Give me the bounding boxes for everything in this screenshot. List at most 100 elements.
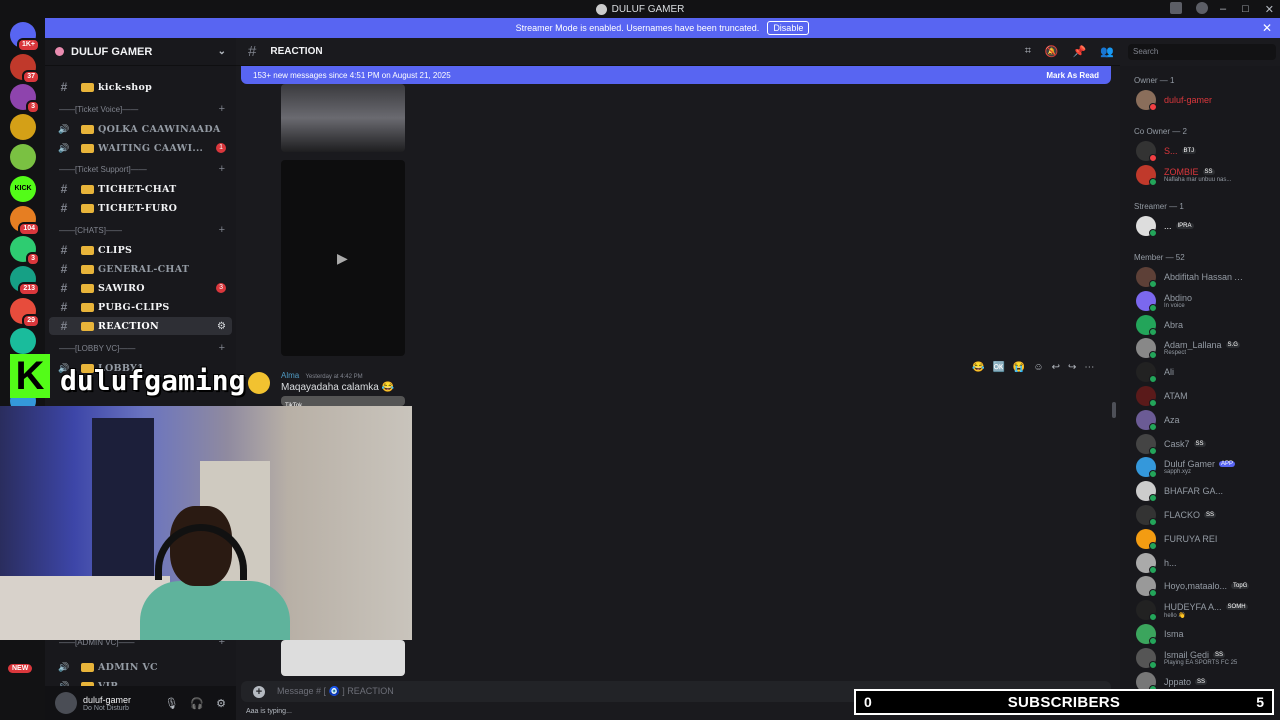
member-item[interactable]: FLACKO SS bbox=[1136, 504, 1276, 526]
member-name: S... bbox=[1164, 146, 1178, 156]
reaction-emoji-icon[interactable]: 🆗 bbox=[992, 362, 1004, 373]
disable-streamer-button[interactable]: Disable bbox=[767, 21, 810, 35]
channel-name: ADMIN VC bbox=[98, 661, 158, 673]
server-icon[interactable]: 213 bbox=[10, 266, 40, 296]
avatar bbox=[1136, 409, 1157, 431]
member-item[interactable]: Hoyo,mataalo... TopG bbox=[1136, 575, 1276, 598]
settings-gear-icon[interactable]: ⚙ bbox=[216, 697, 226, 710]
member-item[interactable]: Aza bbox=[1136, 409, 1276, 431]
image-attachment[interactable] bbox=[281, 640, 405, 676]
channel-item[interactable]: 🔊 WAITING CAAWI... 1 bbox=[49, 139, 232, 157]
threads-icon[interactable]: ⌗ bbox=[1025, 45, 1031, 58]
channel-item[interactable]: # GENERAL-CHAT bbox=[49, 260, 232, 278]
member-name: HUDEYFA A... bbox=[1164, 601, 1222, 612]
mark-as-read-button[interactable]: Mark As Read bbox=[1046, 71, 1099, 80]
server-icon[interactable]: 3 bbox=[10, 84, 40, 114]
notifications-icon[interactable]: 🔕 bbox=[1045, 45, 1059, 58]
reaction-emoji-icon[interactable]: 😭 bbox=[1013, 362, 1025, 373]
avatar[interactable] bbox=[55, 692, 77, 714]
scrollbar[interactable] bbox=[1112, 402, 1116, 418]
search-input[interactable]: Search bbox=[1128, 44, 1276, 60]
member-item[interactable]: Duluf Gamer APP sapph.xyz bbox=[1136, 456, 1276, 479]
server-header[interactable]: DULUF GAMER ⌄ bbox=[45, 38, 236, 66]
member-item[interactable]: Ismail Gedi SS Playing EA SPORTS FC 25 bbox=[1136, 647, 1276, 669]
channel-category[interactable]: ——[CHATS]—— + bbox=[51, 223, 231, 237]
channel-item[interactable]: # PUBG-CLIPS bbox=[49, 298, 232, 316]
server-icon[interactable]: 3 bbox=[10, 236, 40, 266]
channel-title: REACTION bbox=[270, 46, 323, 57]
channel-category[interactable]: ——[Ticket Support]—— + bbox=[51, 162, 231, 176]
more-icon[interactable]: ⋯ bbox=[1084, 362, 1094, 373]
video-attachment[interactable]: ▶ bbox=[281, 160, 405, 356]
member-tag: S.G bbox=[1225, 342, 1240, 349]
server-icon[interactable]: KICK bbox=[10, 176, 36, 202]
members-icon[interactable]: 👥 bbox=[1100, 45, 1114, 58]
reaction-emoji-icon[interactable]: 😂 bbox=[972, 362, 984, 373]
member-item[interactable]: FURUYA REI bbox=[1136, 528, 1276, 550]
channel-item[interactable]: # TICHET-CHAT bbox=[49, 180, 232, 198]
add-channel-icon[interactable]: + bbox=[219, 103, 225, 115]
member-name: Adam_Lallana bbox=[1164, 340, 1222, 351]
server-icon[interactable]: 29 bbox=[10, 298, 40, 328]
headphones-icon[interactable]: 🎧 bbox=[190, 697, 204, 710]
add-attachment-icon[interactable]: + bbox=[253, 685, 265, 698]
member-item[interactable]: ZOMBIE SS Naflaha mar unbuu nas... bbox=[1136, 164, 1276, 186]
add-reaction-icon[interactable]: ☺ bbox=[1033, 362, 1043, 373]
help-icon[interactable] bbox=[1196, 2, 1208, 14]
member-item[interactable]: ... IPRA bbox=[1136, 215, 1276, 237]
server-icon[interactable] bbox=[10, 114, 36, 140]
reply-icon[interactable]: ↩ bbox=[1052, 362, 1060, 373]
member-item[interactable]: Isma bbox=[1136, 623, 1276, 645]
add-channel-icon[interactable]: + bbox=[219, 224, 225, 236]
server-icon[interactable] bbox=[10, 144, 36, 170]
channel-item[interactable]: # CLIPS bbox=[49, 241, 232, 259]
member-item[interactable]: h... bbox=[1136, 552, 1276, 574]
channel-name: TICHET-FURO bbox=[98, 202, 178, 214]
server-icon[interactable] bbox=[10, 328, 36, 354]
channel-item[interactable]: # kick-shop bbox=[49, 78, 232, 96]
avatar bbox=[1136, 481, 1157, 503]
channel-item[interactable]: # TICHET-FURO bbox=[49, 199, 232, 217]
server-icon[interactable]: 37 bbox=[10, 54, 40, 84]
member-item[interactable]: Ali bbox=[1136, 361, 1276, 384]
channel-item[interactable]: 🔊 QOLKA CAAWINAADA bbox=[49, 120, 232, 138]
server-label: KICK bbox=[14, 185, 32, 192]
member-item[interactable]: Cask7 SS bbox=[1136, 433, 1276, 455]
member-item[interactable]: HUDEYFA A... SOMH hello 👋 bbox=[1136, 599, 1276, 622]
member-item[interactable]: Adam_Lallana S.G Respect bbox=[1136, 337, 1276, 360]
image-attachment[interactable] bbox=[281, 84, 405, 152]
member-item[interactable]: Abdifitah Hassan Ah... bbox=[1136, 266, 1276, 288]
new-messages-bar[interactable]: 153+ new messages since 4:51 PM on Augus… bbox=[241, 66, 1111, 84]
forward-icon[interactable]: ↪ bbox=[1068, 362, 1076, 373]
channel-item[interactable]: # SAWIRO 3 bbox=[49, 279, 232, 297]
channel-category[interactable]: ——[Ticket Voice]—— + bbox=[51, 102, 231, 116]
mention-badge: 37 bbox=[22, 70, 40, 84]
server-icon[interactable]: 1K+ bbox=[10, 22, 40, 52]
add-channel-icon[interactable]: + bbox=[219, 342, 225, 354]
microphone-icon[interactable]: 🎙 bbox=[164, 697, 178, 710]
channel-item[interactable]: # REACTION ⚙ bbox=[49, 317, 232, 335]
minimize-icon[interactable]: – bbox=[1220, 3, 1226, 15]
channel-emoji-icon bbox=[81, 245, 94, 255]
member-item[interactable]: BHAFAR GA... bbox=[1136, 480, 1276, 503]
member-item[interactable]: Abra bbox=[1136, 314, 1276, 336]
add-channel-icon[interactable]: + bbox=[219, 163, 225, 175]
channel-item[interactable]: 🔊 ADMIN VC bbox=[49, 658, 232, 676]
member-item[interactable]: duluf-gamer bbox=[1136, 89, 1276, 111]
unread-badge: 3 bbox=[216, 283, 226, 293]
member-item[interactable]: ATAM bbox=[1136, 385, 1276, 407]
inbox-icon[interactable] bbox=[1170, 2, 1182, 14]
member-item[interactable]: Abdino In voice bbox=[1136, 290, 1276, 312]
server-icon[interactable]: 104 bbox=[10, 206, 40, 236]
close-banner-icon[interactable]: ✕ bbox=[1262, 21, 1272, 35]
close-window-icon[interactable]: ✕ bbox=[1265, 3, 1274, 16]
play-icon[interactable]: ▶ bbox=[337, 250, 348, 267]
tiktok-embed[interactable]: TikTok bbox=[281, 396, 405, 409]
channel-settings-icon[interactable]: ⚙ bbox=[217, 321, 226, 332]
webcam-curtain bbox=[92, 418, 154, 598]
pin-icon[interactable]: 📌 bbox=[1073, 45, 1087, 58]
maximize-icon[interactable]: □ bbox=[1242, 3, 1249, 15]
channel-category[interactable]: ——[LOBBY VC]—— + bbox=[51, 341, 231, 355]
message-author[interactable]: Alma bbox=[281, 371, 299, 380]
member-item[interactable]: S... BTJ bbox=[1136, 140, 1276, 162]
